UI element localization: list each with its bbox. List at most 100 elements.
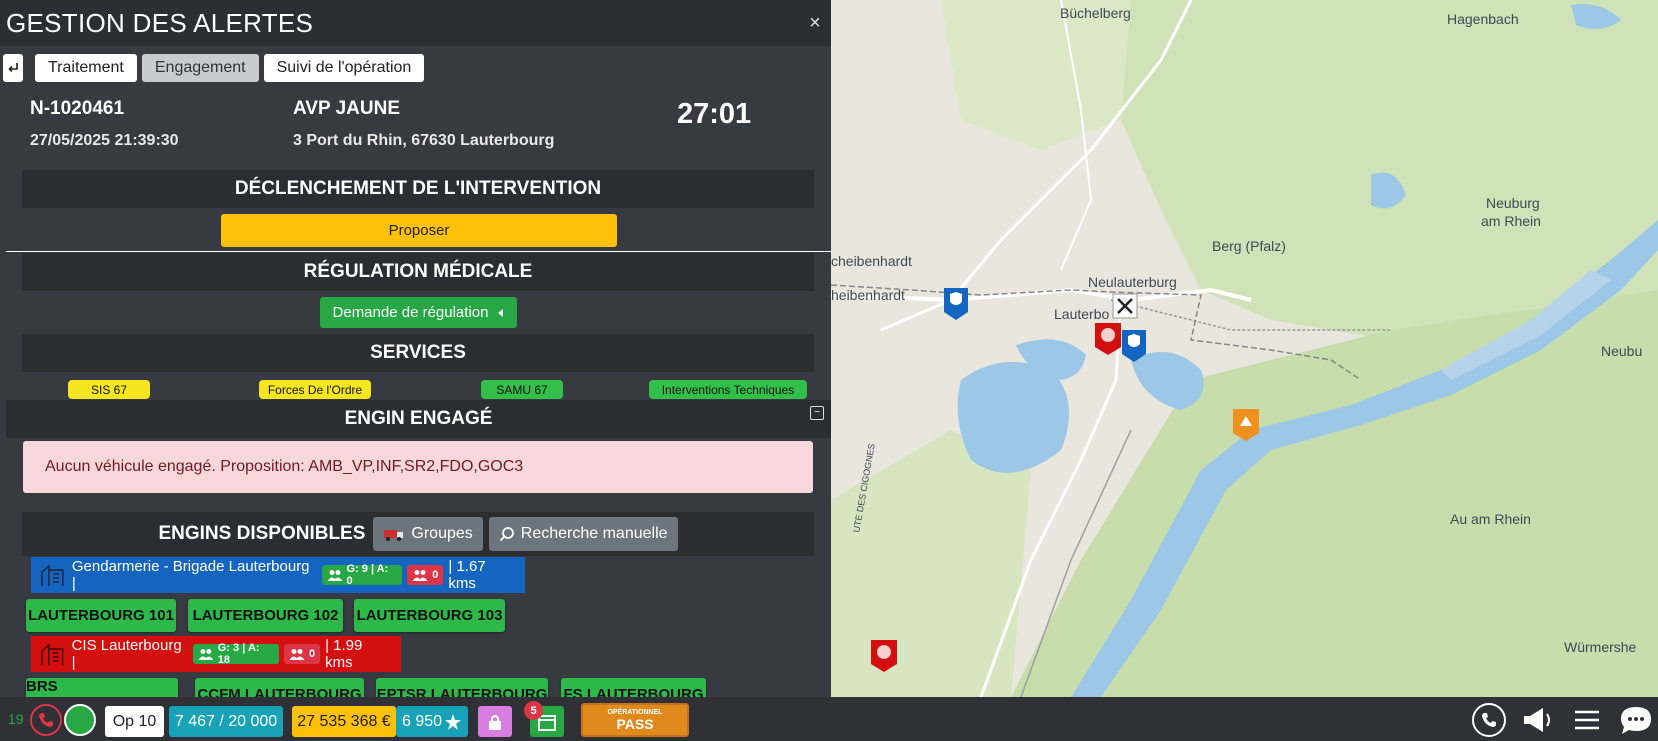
calendar-badge: 5 — [524, 701, 543, 720]
staff-busy-chip: 0 — [283, 644, 321, 664]
stars-value: 6 950 — [401, 712, 443, 730]
station-gendarmerie-lauterbourg[interactable]: Gendarmerie - Brigade Lauterbourg | G: 9… — [31, 557, 525, 593]
map-label: Büchelberg — [1060, 5, 1131, 21]
section-medical: RÉGULATION MÉDICALE — [22, 253, 814, 291]
map-label: heibenhardt — [831, 287, 905, 303]
map-label: Lauterbo — [1054, 306, 1110, 322]
station-name: Gendarmerie - Brigade Lauterbourg | — [71, 558, 310, 592]
groups-label: Groupes — [411, 525, 473, 542]
status-indicator[interactable] — [64, 704, 96, 736]
back-button[interactable] — [3, 54, 23, 82]
busy-count: 0 — [308, 648, 316, 660]
map-label: cheibenhardt — [831, 253, 912, 269]
building-icon — [41, 643, 64, 665]
map-label: Hagenbach — [1447, 11, 1519, 27]
money-counter: 27 535 368 € — [292, 706, 396, 737]
busy-count: 0 — [432, 569, 439, 581]
close-icon[interactable]: × — [805, 12, 825, 35]
tab-suivi-operation[interactable]: Suivi de l'opération — [263, 54, 425, 82]
tab-traitement[interactable]: Traitement — [35, 54, 137, 82]
phone-handset — [1482, 713, 1496, 727]
map-label: Neuburg — [1486, 195, 1540, 211]
vehicle-button[interactable]: LAUTERBOURG 102 — [188, 599, 343, 632]
staff-count: G: 9 | A: 0 — [346, 563, 389, 587]
vehicle-button[interactable]: FS LAUTERBOURG — [561, 678, 706, 697]
map-view[interactable]: Büchelberg Hagenbach Neuburg am Rhein Be… — [831, 0, 1658, 697]
vehicle-button[interactable]: LAUTERBOURG 101 — [26, 599, 176, 632]
mission-header: N-1020461 27/05/2025 21:39:30 AVP JAUNE … — [0, 96, 831, 156]
app-root: GESTION DES ALERTES × Traitement Engagem… — [0, 0, 1658, 741]
megaphone-icon[interactable] — [1520, 703, 1556, 737]
phone-icon[interactable] — [30, 704, 62, 736]
caret-left-icon — [498, 308, 504, 317]
phone-handset — [39, 713, 53, 727]
regulation-request-button[interactable]: Demande de régulation — [320, 297, 517, 328]
vehicle-button[interactable]: LAUTERBOURG 103 — [354, 599, 505, 632]
people-icon — [327, 570, 343, 581]
lock-bag-icon — [489, 714, 501, 730]
manual-search-button[interactable]: Recherche manuelle — [488, 517, 678, 551]
bottom-toolbar: 19 Op 10 7 467 / 20 000 27 535 368 € 6 9… — [0, 697, 1658, 741]
map-label: Neubu — [1601, 343, 1643, 359]
panel-title: GESTION DES ALERTES — [6, 7, 314, 38]
staff-available-chip: G: 9 | A: 0 — [321, 563, 403, 587]
map-label: Au am Rhein — [1450, 511, 1531, 527]
staff-busy-chip: 0 — [407, 565, 444, 585]
pass-bottom-label: PASS — [616, 715, 654, 732]
map-canvas[interactable] — [831, 0, 1658, 697]
vehicle-button[interactable]: CCFM LAUTERBOURG — [195, 678, 364, 697]
map-label: Würmershe — [1564, 639, 1637, 655]
station-name: CIS Lauterbourg | — [71, 637, 182, 671]
hamburger-glyph — [1575, 710, 1599, 730]
available-vehicles-title: ENGINS DISPONIBLES — [158, 523, 366, 544]
mission-timer: 27:01 — [677, 98, 752, 130]
groups-button[interactable]: Groupes — [373, 517, 483, 551]
service-forces-ordre[interactable]: Forces De l'Ordre — [259, 380, 371, 399]
mission-datetime: 27/05/2025 21:39:30 — [30, 132, 179, 149]
mission-address: 3 Port du Rhin, 67630 Lauterbourg — [293, 132, 555, 149]
people-icon — [412, 570, 428, 581]
section-trigger: DÉCLENCHEMENT DE L'INTERVENTION — [22, 170, 814, 208]
tab-bar: Traitement Engagement Suivi de l'opérati… — [0, 54, 425, 82]
vehicle-button[interactable]: EPTSR LAUTERBOURG — [376, 678, 548, 697]
map-label: Neulauterburg — [1088, 274, 1177, 290]
operational-pass-button[interactable]: OPÉRATIONNEL PASS — [581, 703, 689, 737]
vehicle-button[interactable]: BRS LAUTERBOURG — [26, 678, 178, 697]
building-icon — [41, 564, 64, 586]
call-count: 19 — [8, 711, 24, 727]
return-icon — [8, 63, 18, 73]
truck-icon — [384, 530, 404, 541]
station-distance: | 1.99 kms — [325, 637, 363, 671]
regulation-request-label: Demande de régulation — [332, 304, 489, 321]
available-vehicles-bar: ENGINS DISPONIBLES Groupes Recherche man… — [22, 512, 814, 556]
service-sis67[interactable]: SIS 67 — [68, 380, 150, 399]
service-interventions-techniques[interactable]: Interventions Techniques — [649, 380, 807, 399]
section-engaged: ENGIN ENGAGÉ — [6, 400, 831, 438]
staff-count: G: 3 | A: 18 — [217, 642, 260, 666]
station-distance: | 1.67 kms — [448, 558, 486, 592]
people-icon — [289, 649, 305, 660]
tools-marker — [1112, 293, 1138, 319]
staff-available-chip: G: 3 | A: 18 — [193, 642, 279, 666]
service-samu67[interactable]: SAMU 67 — [481, 380, 563, 399]
section-services: SERVICES — [22, 334, 814, 372]
menu-icon[interactable] — [1571, 703, 1603, 737]
manual-search-label: Recherche manuelle — [520, 525, 668, 542]
collapse-icon[interactable]: − — [810, 406, 824, 420]
tab-engagement[interactable]: Engagement — [141, 54, 259, 82]
station-cis-lauterbourg[interactable]: CIS Lauterbourg | G: 3 | A: 18 0 | 1.99 … — [31, 636, 401, 672]
divider — [6, 251, 831, 252]
people-icon — [198, 649, 214, 660]
alert-management-panel: GESTION DES ALERTES × Traitement Engagem… — [0, 0, 831, 697]
operation-selector[interactable]: Op 10 — [105, 706, 164, 737]
phone-icon[interactable] — [1472, 703, 1506, 737]
search-icon — [499, 527, 514, 542]
megaphone-glyph — [1524, 708, 1550, 732]
star-icon — [445, 713, 462, 730]
chat-icon[interactable] — [1618, 703, 1654, 737]
no-vehicle-alert: Aucun véhicule engagé. Proposition: AMB_… — [23, 441, 813, 493]
panel-titlebar: GESTION DES ALERTES × — [0, 0, 831, 46]
mission-type: AVP JAUNE — [293, 98, 400, 119]
shop-icon[interactable] — [478, 706, 512, 737]
propose-button[interactable]: Proposer — [221, 214, 617, 247]
